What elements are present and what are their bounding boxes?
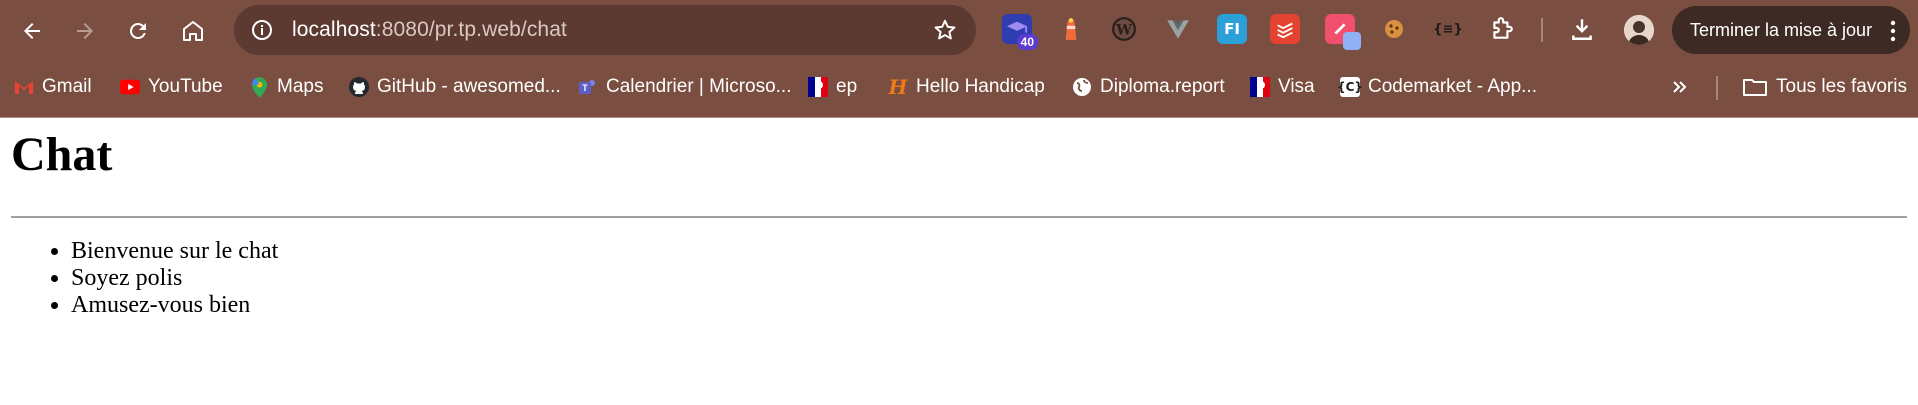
reload-button[interactable]	[118, 11, 158, 51]
bookmark-visa[interactable]: Visa	[1250, 72, 1315, 102]
avatar-image	[1624, 15, 1654, 45]
back-button[interactable]	[12, 11, 52, 51]
bookmark-label: Gmail	[42, 76, 92, 97]
url-path: :8080/pr.tp.web/chat	[375, 18, 567, 41]
gmail-icon	[14, 77, 34, 97]
bookmark-label: Calendrier | Microso...	[606, 76, 792, 97]
horizontal-rule	[11, 216, 1907, 218]
browser-chrome: localhost:8080/pr.tp.web/chat 40 W FI {≡…	[0, 0, 1918, 118]
vue-glyph	[1167, 20, 1189, 39]
star-icon	[934, 19, 956, 40]
cookie-glyph	[1385, 20, 1403, 38]
marianne-icon	[1250, 77, 1270, 97]
reload-icon	[130, 22, 146, 39]
bookmarks-separator	[1716, 76, 1718, 100]
profile-avatar[interactable]	[1624, 15, 1654, 45]
arrow-right-icon	[77, 23, 93, 39]
bookmark-gmail[interactable]: Gmail	[14, 72, 92, 102]
page-title: Chat	[11, 128, 113, 181]
chat-rules-list: Bienvenue sur le chat Soyez polis Amusez…	[31, 238, 278, 319]
folder-icon	[1742, 77, 1768, 97]
all-bookmarks-button[interactable]: Tous les favoris	[1742, 72, 1907, 102]
bookmark-label: Diploma.report	[1100, 76, 1225, 97]
todoist-glyph	[1277, 22, 1293, 39]
lighthouse-glyph	[1065, 18, 1077, 40]
lighthouse-extension-icon[interactable]	[1056, 14, 1086, 44]
bookmark-label: Hello Handicap	[916, 76, 1045, 97]
bookmark-label: ep	[836, 76, 858, 97]
bookmark-ep[interactable]: ep	[808, 72, 857, 102]
youtube-icon	[120, 77, 140, 97]
profile-overlay	[1343, 32, 1361, 50]
bookmark-codemarket[interactable]: {C} Codemarket - App...	[1337, 72, 1537, 102]
fi-extension-icon[interactable]: FI	[1217, 14, 1247, 44]
bookmark-hello-handicap[interactable]: H Hello Handicap	[888, 72, 1045, 102]
more-bookmarks-button[interactable]	[1670, 72, 1690, 102]
marianne-icon	[808, 77, 828, 97]
arrow-left-icon	[24, 23, 40, 39]
url-host: localhost	[292, 18, 376, 41]
update-button[interactable]: Terminer la mise à jour	[1672, 6, 1910, 54]
bookmark-youtube[interactable]: YouTube	[120, 72, 223, 102]
globe-icon	[1072, 77, 1092, 97]
bookmark-label: Visa	[1278, 76, 1315, 97]
site-info-button[interactable]	[248, 16, 276, 44]
bookmark-label: YouTube	[148, 76, 223, 97]
github-icon	[349, 77, 369, 97]
bookmark-diploma-report[interactable]: Diploma.report	[1072, 72, 1225, 102]
json-extension-icon[interactable]: {≡}	[1433, 14, 1463, 44]
svg-text:W: W	[1115, 22, 1132, 38]
wordpress-glyph: W	[1112, 17, 1136, 41]
bookmarks-bar: Gmail YouTube Maps GitHub - awesomed... …	[0, 68, 1918, 104]
bookmark-star-button[interactable]	[932, 17, 958, 43]
all-bookmarks-label: Tous les favoris	[1776, 76, 1907, 97]
puzzle-extensions-icon	[1493, 17, 1513, 39]
vue-devtools-extension-icon[interactable]	[1163, 14, 1193, 44]
teams-icon: T	[578, 77, 598, 97]
codemarket-icon: {C}	[1337, 77, 1363, 97]
fi-label: FI	[1224, 20, 1240, 38]
svg-text:T: T	[582, 83, 588, 93]
wordpress-extension-icon[interactable]: W	[1109, 14, 1139, 44]
kebab-menu-icon	[1890, 20, 1896, 42]
list-item: Soyez polis	[71, 265, 278, 292]
json-label: {≡}	[1433, 21, 1463, 37]
link-tool-extension-icon[interactable]	[1325, 14, 1361, 50]
list-item: Amusez-vous bien	[71, 292, 278, 319]
hello-handicap-icon: H	[888, 75, 908, 99]
graduation-cap-extension-icon[interactable]: 40	[1002, 14, 1038, 50]
extension-badge: 40	[1016, 34, 1038, 50]
download-icon	[1572, 19, 1592, 40]
home-button[interactable]	[173, 11, 213, 51]
home-icon	[183, 21, 203, 41]
list-item: Bienvenue sur le chat	[71, 238, 278, 265]
info-icon	[252, 20, 272, 40]
bookmark-label: GitHub - awesomed...	[377, 76, 561, 97]
url-text[interactable]: localhost:8080/pr.tp.web/chat	[292, 18, 567, 42]
toolbar-separator	[1541, 18, 1543, 42]
extensions-button[interactable]	[1487, 14, 1517, 44]
double-chevron-icon	[1673, 81, 1687, 93]
forward-button[interactable]	[65, 11, 105, 51]
bookmark-github[interactable]: GitHub - awesomed...	[349, 72, 561, 102]
bookmark-calendrier[interactable]: T Calendrier | Microso...	[578, 72, 792, 102]
address-bar[interactable]: localhost:8080/pr.tp.web/chat	[234, 5, 976, 55]
downloads-button[interactable]	[1567, 14, 1597, 44]
maps-icon	[249, 76, 269, 98]
bookmark-maps[interactable]: Maps	[249, 72, 323, 102]
update-label: Terminer la mise à jour	[1690, 19, 1873, 40]
bookmark-label: Maps	[277, 76, 324, 97]
bookmark-label: Codemarket - App...	[1368, 76, 1537, 97]
page-content: Chat Bienvenue sur le chat Soyez polis A…	[0, 118, 1918, 405]
cookie-extension-icon[interactable]	[1379, 14, 1409, 44]
todoist-extension-icon[interactable]	[1270, 14, 1300, 44]
